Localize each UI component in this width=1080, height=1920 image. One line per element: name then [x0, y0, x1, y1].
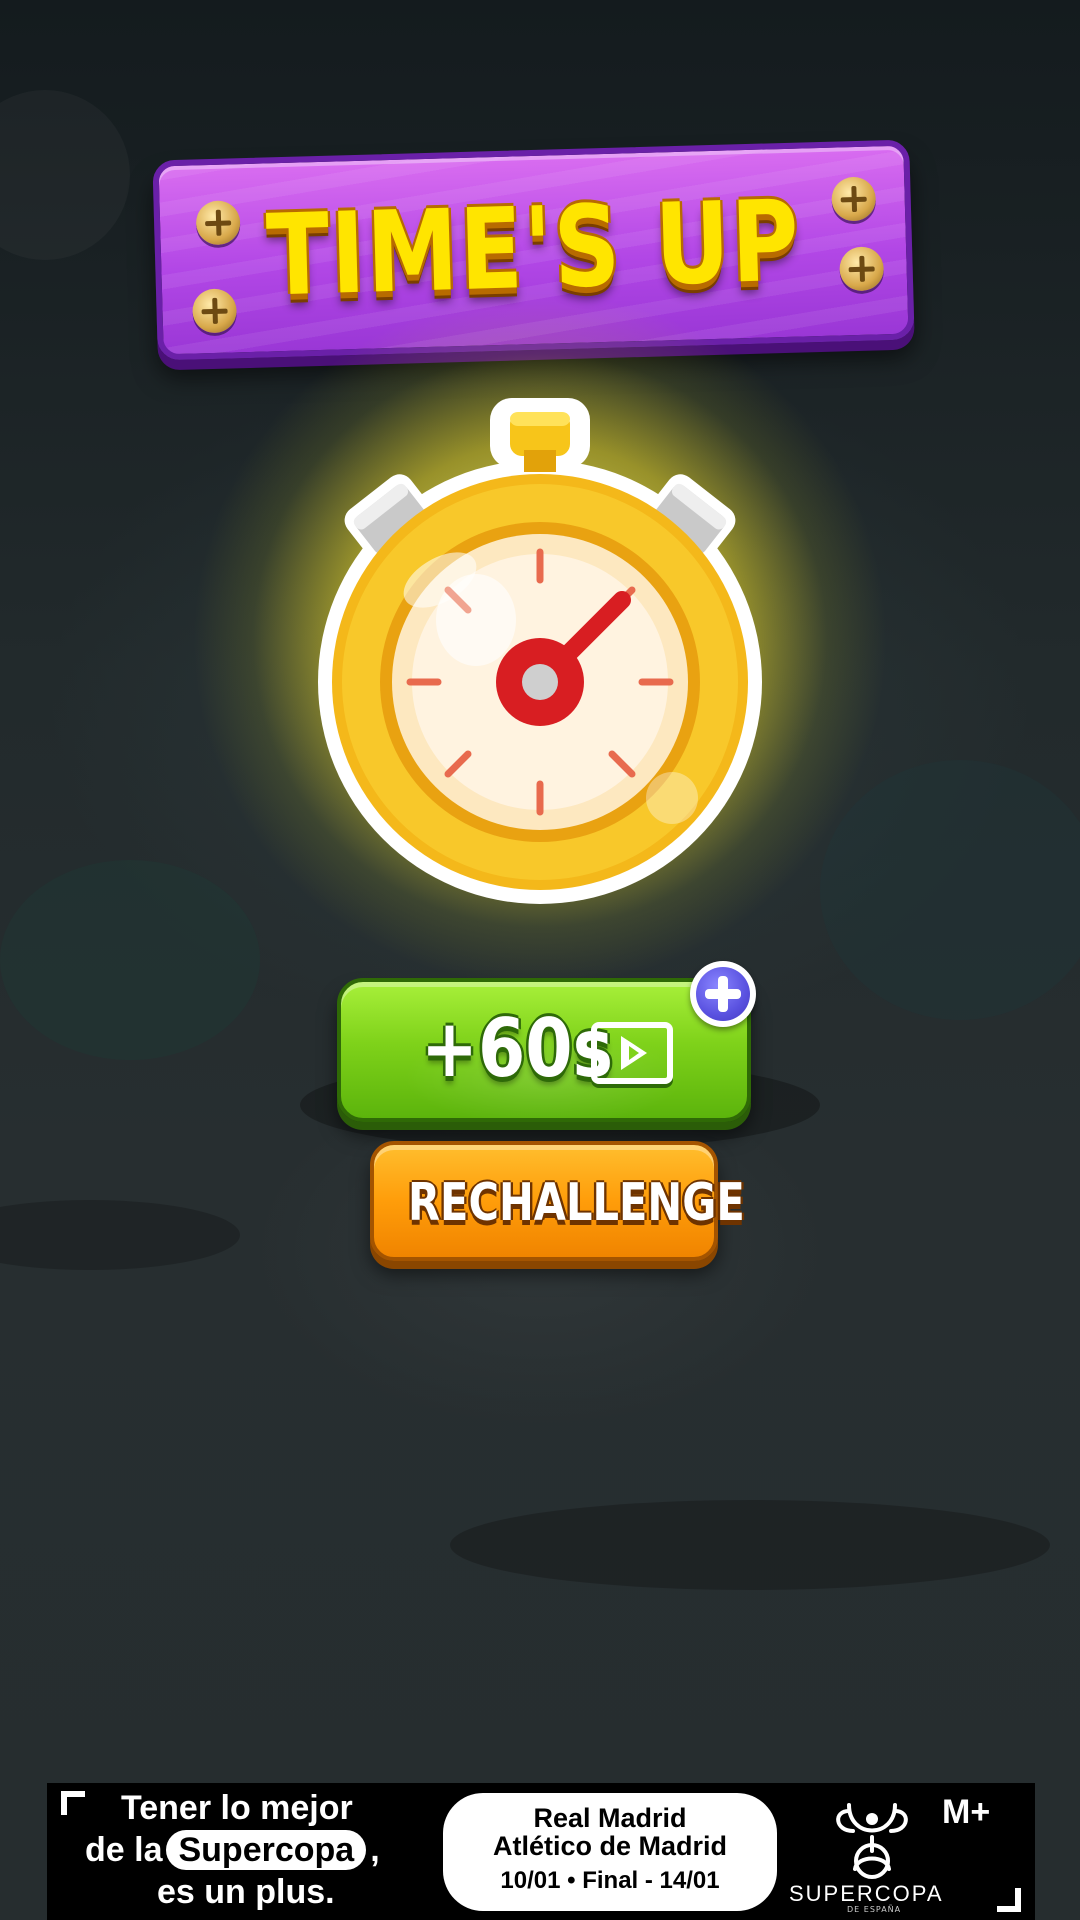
ad-line-2-prefix: de la [85, 1831, 163, 1869]
supercopa-logo-text: SUPERCOPA [789, 1881, 944, 1906]
rechallenge-label: RECHALLENGE [408, 1173, 745, 1233]
ad-banner[interactable]: Tener lo mejor de la Supercopa, es un plu… [47, 1783, 1035, 1920]
ad-line-3: es un plus. [157, 1873, 335, 1911]
ad-highlight-pill: Supercopa [166, 1830, 367, 1870]
add-time-button[interactable]: +60s [337, 978, 751, 1122]
background-shadow [0, 1200, 240, 1270]
screw-icon [839, 246, 885, 292]
match-dates: 10/01 • Final - 14/01 [500, 1867, 720, 1894]
corner-bracket-icon [997, 1888, 1021, 1912]
rechallenge-button[interactable]: RECHALLENGE [370, 1141, 745, 1261]
background-bush [820, 760, 1080, 1020]
corner-bracket-icon [61, 1791, 85, 1815]
background-shadow [450, 1500, 1050, 1590]
supercopa-logo-subtext: DE ESPAÑA [847, 1905, 902, 1914]
game-screen: TIME'S UP +60s RECHALLENGE Tener lo mejo… [0, 0, 1080, 1920]
background-bush [0, 860, 260, 1060]
match-team-2: Atlético de Madrid [492, 1831, 728, 1861]
add-time-label: +60s [421, 1002, 614, 1095]
brand-logo: M+ [942, 1793, 991, 1831]
stopwatch-icon [318, 398, 762, 904]
ad-line-1: Tener lo mejor [121, 1789, 353, 1827]
trophy-icon [836, 1803, 908, 1879]
match-card: Real Madrid Atlético de Madrid 10/01 • F… [443, 1793, 777, 1911]
plus-icon[interactable] [690, 961, 756, 1027]
ad-line-2-suffix: , [370, 1831, 380, 1869]
ad-line-2: de la Supercopa, [85, 1830, 380, 1870]
match-team-1: Real Madrid [533, 1803, 687, 1833]
background-moon [0, 90, 130, 260]
video-play-icon [591, 1022, 673, 1084]
